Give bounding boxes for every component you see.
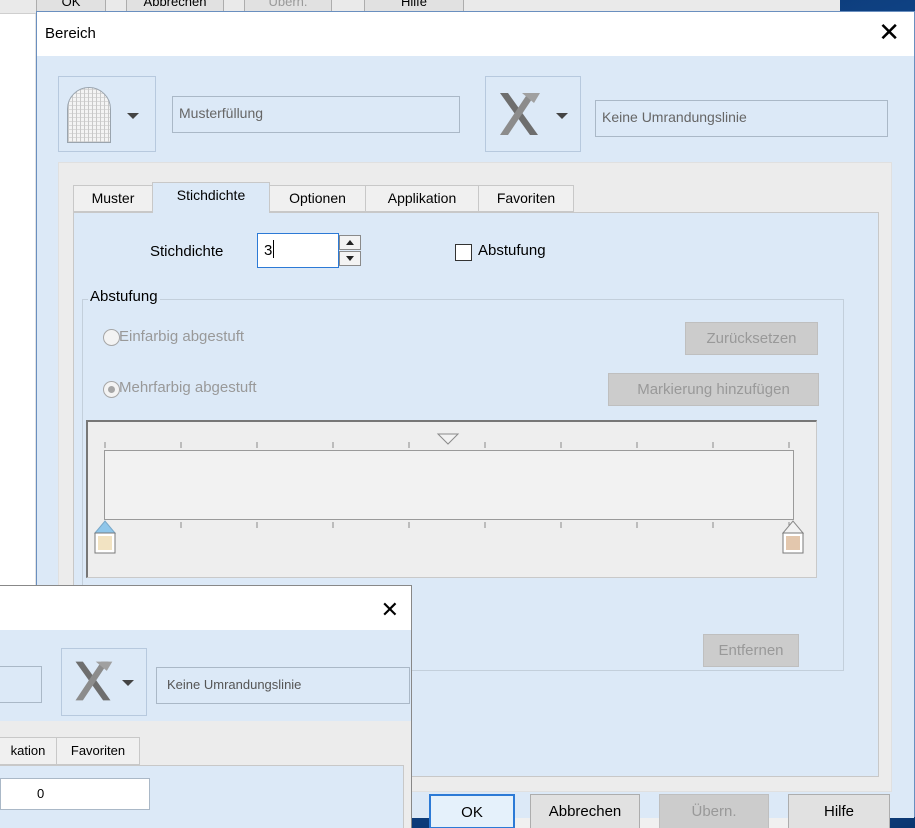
tab-optionen[interactable]: Optionen <box>269 185 366 212</box>
second-tab-applikation[interactable]: kation <box>0 737 57 765</box>
arrow-down-icon <box>346 256 354 261</box>
pattern-fill-button[interactable] <box>58 76 156 152</box>
stitch-density-label: Stichdichte <box>150 243 224 260</box>
second-border-line-field: Keine Umrandungslinie <box>156 667 410 704</box>
second-border-line-button[interactable] <box>61 648 147 716</box>
close-icon[interactable]: ✕ <box>878 20 900 46</box>
single-color-label[interactable]: Einfarbig abgestuft <box>119 328 244 345</box>
background-panel <box>0 14 36 614</box>
reset-button[interactable]: Zurücksetzen <box>685 322 818 355</box>
gradient-checkbox-label[interactable]: Abstufung <box>478 242 546 259</box>
multi-color-radio[interactable] <box>103 381 120 398</box>
second-title-bar[interactable]: ✕ <box>0 586 411 630</box>
tab-favoriten[interactable]: Favoriten <box>478 185 574 212</box>
gradient-editor[interactable] <box>86 420 817 578</box>
tab-muster[interactable]: Muster <box>73 185 153 212</box>
pattern-fill-field: Musterfüllung <box>172 96 460 133</box>
ok-button[interactable]: OK <box>429 794 515 828</box>
tab-stichdichte[interactable]: Stichdichte <box>152 182 270 213</box>
gradient-bar[interactable] <box>104 450 794 520</box>
chevron-down-icon <box>556 113 568 119</box>
second-tab-control: kation Favoriten 0 <box>0 721 411 828</box>
text-caret <box>273 240 275 258</box>
stitch-density-value: 3 <box>264 242 273 259</box>
title-bar[interactable]: Bereich ✕ <box>37 12 914 56</box>
second-pattern-field <box>0 666 42 703</box>
pattern-fill-icon <box>67 87 111 143</box>
chevron-down-icon <box>122 680 134 686</box>
second-value-input[interactable]: 0 <box>0 778 150 810</box>
no-border-icon <box>500 93 540 135</box>
apply-button[interactable]: Übern. <box>659 794 769 828</box>
tab-applikation[interactable]: Applikation <box>365 185 479 212</box>
spin-up-button[interactable] <box>339 235 361 250</box>
arrow-up-icon <box>346 240 354 245</box>
help-button[interactable]: Hilfe <box>788 794 890 828</box>
second-tab-panel: 0 <box>0 765 404 828</box>
spin-down-button[interactable] <box>339 251 361 266</box>
second-dialog-client: Keine Umrandungslinie kation Favoriten 0 <box>0 630 411 828</box>
single-color-radio[interactable] <box>103 329 120 346</box>
stitch-density-spinner[interactable] <box>339 235 361 267</box>
border-line-field: Keine Umrandungslinie <box>595 100 888 137</box>
border-line-button[interactable] <box>485 76 581 152</box>
cancel-button[interactable]: Abbrechen <box>530 794 640 828</box>
dialog-title: Bereich <box>45 25 96 42</box>
no-border-icon <box>75 661 113 701</box>
close-icon[interactable]: ✕ <box>381 598 399 624</box>
gradient-marker-left-icon[interactable] <box>93 519 117 563</box>
gradient-group-title: Abstufung <box>88 288 160 305</box>
chevron-down-icon <box>127 113 139 119</box>
second-tab-favoriten[interactable]: Favoriten <box>56 737 140 765</box>
remove-button[interactable]: Entfernen <box>703 634 799 667</box>
add-marker-button[interactable]: Markierung hinzufügen <box>608 373 819 406</box>
gradient-checkbox[interactable] <box>455 244 472 261</box>
multi-color-label[interactable]: Mehrfarbig abgestuft <box>119 379 257 396</box>
stitch-density-input[interactable]: 3 <box>257 233 339 268</box>
second-bereich-dialog: ✕ Keine Umrandungslinie kation Favoriten… <box>0 585 412 828</box>
gradient-marker-right-icon[interactable] <box>781 519 805 563</box>
